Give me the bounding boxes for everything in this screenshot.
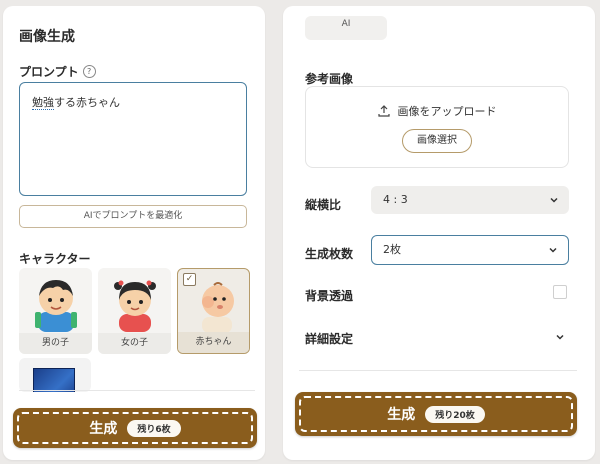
remaining-count-badge: 残り6枚 bbox=[127, 419, 181, 437]
upload-label: 画像をアップロード bbox=[397, 105, 497, 118]
chevron-down-icon bbox=[549, 247, 557, 253]
select-image-button[interactable]: 画像選択 bbox=[402, 129, 472, 153]
generate-button-inner: 生成 残り20枚 bbox=[299, 396, 573, 432]
brain-image-thumbnail bbox=[33, 368, 75, 392]
generate-label: 生成 bbox=[387, 407, 416, 423]
baby-illustration-icon bbox=[202, 282, 234, 333]
prompt-label: プロンプト bbox=[19, 65, 79, 79]
generate-button[interactable]: 生成 残り6枚 bbox=[13, 408, 257, 448]
image-count-value: 2枚 bbox=[383, 243, 401, 256]
upload-dropzone[interactable]: 画像をアップロード 画像選択 bbox=[305, 86, 569, 168]
aspect-ratio-select[interactable]: 4 : 3 bbox=[371, 186, 569, 214]
image-count-select[interactable]: 2枚 bbox=[371, 235, 569, 265]
optimize-prompt-button[interactable]: AIでプロンプトを最適化 bbox=[19, 205, 247, 228]
character-name: 男の子 bbox=[19, 333, 92, 354]
advanced-settings-label[interactable]: 詳細設定 bbox=[305, 330, 353, 347]
prompt-input[interactable]: 勉強する赤ちゃん bbox=[19, 82, 247, 196]
generate-label: 生成 bbox=[89, 421, 118, 437]
upload-icon bbox=[377, 105, 390, 117]
help-icon[interactable]: ? bbox=[82, 65, 96, 78]
character-label: キャラクター bbox=[19, 252, 91, 266]
transparent-bg-label: 背景透過 bbox=[305, 289, 354, 303]
generate-button-inner: 生成 残り6枚 bbox=[17, 412, 253, 444]
prompt-label-row: プロンプト ? bbox=[19, 63, 96, 80]
image-count-label: 生成枚数 bbox=[305, 247, 354, 261]
aspect-ratio-value: 4 : 3 bbox=[383, 193, 408, 206]
character-card-boy[interactable]: 男の子 bbox=[19, 268, 92, 354]
chevron-down-icon[interactable] bbox=[555, 332, 565, 342]
ai-tag[interactable]: AI bbox=[305, 16, 387, 40]
panel-title: 画像生成 bbox=[19, 29, 75, 45]
character-card-girl[interactable]: 女の子 bbox=[98, 268, 171, 354]
chevron-down-icon bbox=[550, 197, 558, 203]
upload-row: 画像をアップロード bbox=[306, 103, 568, 119]
image-generation-panel: 画像生成 プロンプト ? 勉強する赤ちゃん AIでプロンプトを最適化 キャラクタ… bbox=[3, 6, 265, 460]
boy-illustration-icon bbox=[35, 280, 77, 332]
prompt-text-rest: する赤ちゃん bbox=[54, 96, 120, 109]
divider bbox=[299, 370, 577, 371]
settings-panel: AI 参考画像 画像をアップロード 画像選択 縦横比 4 : 3 生成枚数 2枚 bbox=[283, 6, 595, 460]
remaining-count-badge: 残り20枚 bbox=[425, 405, 485, 423]
reference-image-label: 参考画像 bbox=[305, 72, 354, 86]
app-root: 画像生成 プロンプト ? 勉強する赤ちゃん AIでプロンプトを最適化 キャラクタ… bbox=[0, 0, 600, 464]
girl-illustration-icon bbox=[114, 280, 156, 332]
character-name: 赤ちゃん bbox=[178, 332, 249, 353]
character-card-extra[interactable] bbox=[19, 358, 91, 392]
character-card-baby[interactable]: ✓ 赤ちゃん bbox=[177, 268, 250, 354]
aspect-ratio-label: 縦横比 bbox=[305, 198, 342, 212]
transparent-bg-checkbox[interactable] bbox=[553, 285, 567, 299]
divider bbox=[19, 390, 255, 391]
generate-button[interactable]: 生成 残り20枚 bbox=[295, 392, 577, 436]
character-name: 女の子 bbox=[98, 333, 171, 354]
prompt-text-underlined: 勉強 bbox=[32, 96, 54, 110]
